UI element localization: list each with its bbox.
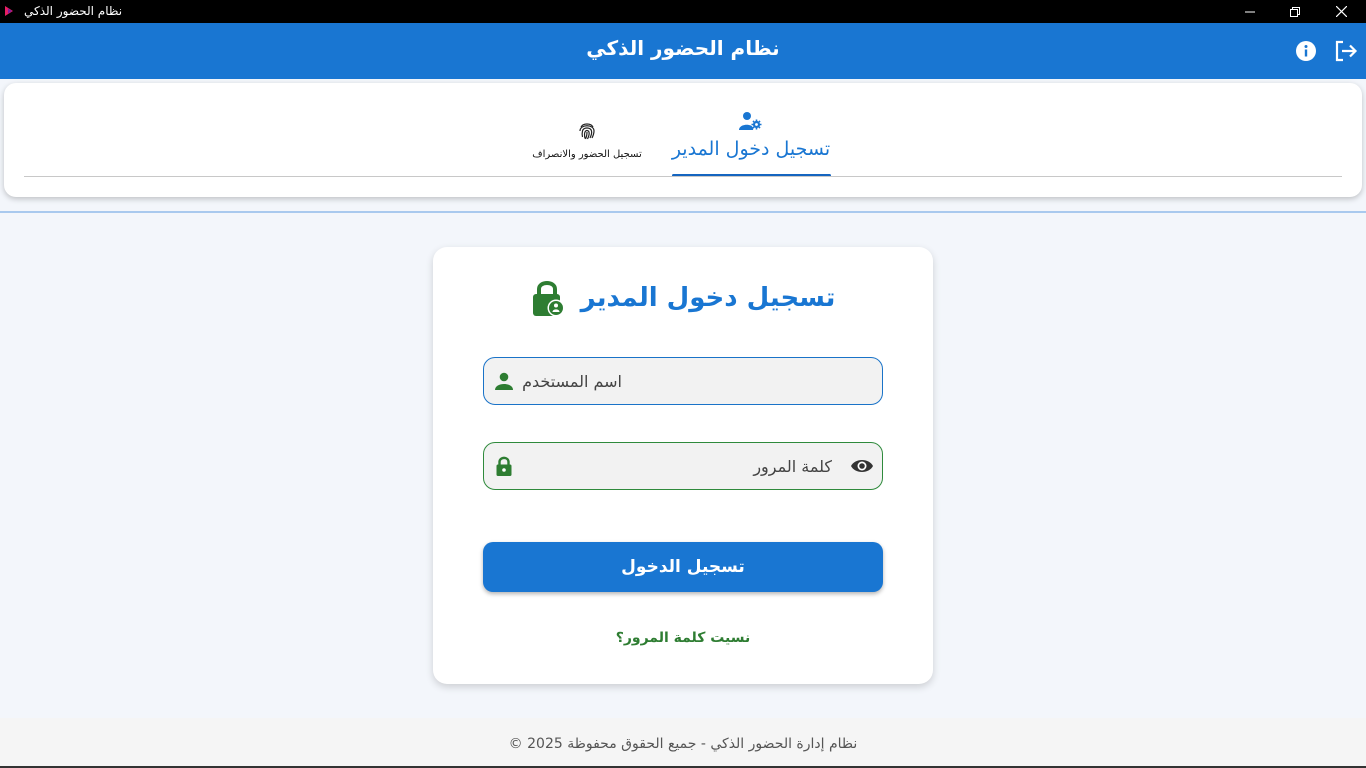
login-submit-button[interactable]: تسجيل الدخول xyxy=(483,542,883,592)
lock-person-icon xyxy=(532,281,565,317)
eye-visibility-icon[interactable] xyxy=(850,456,874,476)
tab-divider xyxy=(24,176,1342,177)
tab-admin-login[interactable]: تسجيل دخول المدير xyxy=(671,111,831,177)
tab-bar-card: تسجيل دخول المدير تسجيل الحضور والانصراف xyxy=(4,83,1362,197)
close-icon xyxy=(1335,6,1347,17)
login-title-text: تسجيل دخول المدير xyxy=(580,283,836,313)
password-field[interactable] xyxy=(483,442,883,490)
login-title: تسجيل دخول المدير xyxy=(433,279,933,317)
info-button[interactable] xyxy=(1294,39,1318,63)
restore-button[interactable] xyxy=(1272,0,1318,23)
person-icon xyxy=(495,372,513,390)
minimize-button[interactable] xyxy=(1227,0,1273,23)
fingerprint-icon xyxy=(579,123,595,140)
tab-attendance-label: تسجيل الحضور والانصراف xyxy=(532,149,642,160)
header-separator xyxy=(0,211,1366,213)
tab-admin-login-label: تسجيل دخول المدير xyxy=(671,138,831,160)
restore-icon xyxy=(1290,6,1300,17)
username-input[interactable] xyxy=(522,358,622,404)
tab-attendance[interactable]: تسجيل الحضور والانصراف xyxy=(524,121,650,160)
logout-button[interactable] xyxy=(1333,39,1359,63)
logout-icon xyxy=(1335,40,1358,62)
app-logo-icon xyxy=(5,6,13,16)
info-icon xyxy=(1296,41,1316,61)
app-title: نظام الحضور الذكي xyxy=(586,36,780,60)
lock-icon xyxy=(496,456,512,476)
footer: نظام إدارة الحضور الذكي - جميع الحقوق مح… xyxy=(0,718,1366,766)
admin-settings-icon xyxy=(739,112,762,130)
minimize-icon xyxy=(1245,11,1255,12)
admin-login-card: تسجيل دخول المدير تسجيل الدخول xyxy=(433,247,933,684)
forgot-password-link[interactable]: نسيت كلمة المرور؟ xyxy=(433,630,933,646)
app-bar: نظام الحضور الذكي xyxy=(0,23,1366,79)
footer-copyright: نظام إدارة الحضور الذكي - جميع الحقوق مح… xyxy=(508,736,858,752)
close-button[interactable] xyxy=(1318,0,1364,23)
window-title: نظام الحضور الذكي xyxy=(24,4,123,18)
password-input[interactable] xyxy=(522,443,832,489)
username-field[interactable] xyxy=(483,357,883,405)
window-titlebar: نظام الحضور الذكي xyxy=(0,0,1366,23)
